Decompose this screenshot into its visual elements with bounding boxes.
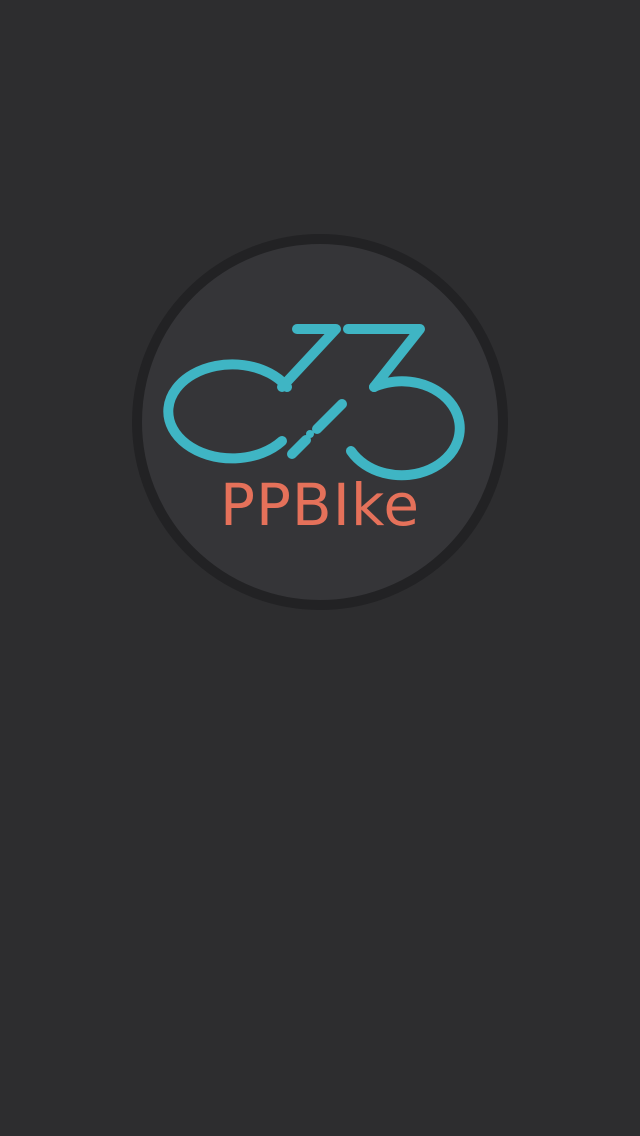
brand-name: PPBIke — [219, 471, 421, 539]
logo-badge: PPBIke — [132, 234, 508, 610]
splash-screen: PPBIke — [0, 0, 640, 1136]
bicycle-logo-icon — [163, 324, 465, 481]
